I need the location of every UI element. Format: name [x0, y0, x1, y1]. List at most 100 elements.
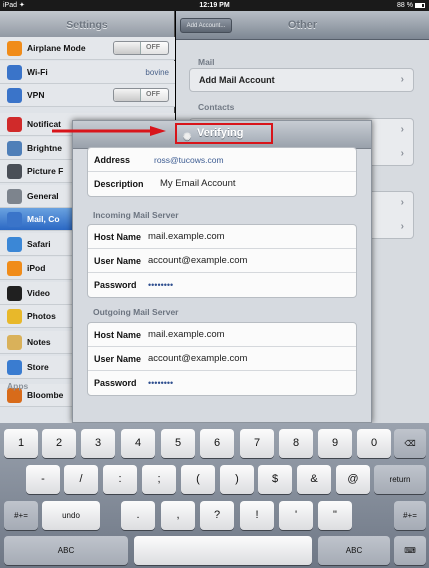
description-field[interactable]: My Email Account — [160, 172, 236, 196]
key-9[interactable]: 9 — [318, 429, 352, 458]
address-field[interactable]: ross@tucows.com — [154, 148, 224, 172]
add-mail-account-cell[interactable]: Add Mail Account › — [189, 68, 414, 92]
key-4[interactable]: 4 — [121, 429, 155, 458]
password-field[interactable]: •••••••• — [148, 273, 173, 297]
key-symbol[interactable]: $ — [258, 465, 292, 494]
form-row: Address ross@tucows.com — [88, 148, 356, 172]
incoming-server-header: Incoming Mail Server — [93, 210, 179, 220]
password-field[interactable]: •••••••• — [148, 371, 173, 395]
sidebar-item-label: Bloombe — [27, 390, 64, 400]
chevron-right-icon: › — [400, 124, 404, 135]
key-symbol[interactable]: ( — [181, 465, 215, 494]
outgoing-server-fields: Host Name mail.example.com User Name accoun… — [87, 322, 357, 396]
sidebar-item-vpn[interactable]: VPN OFF — [0, 84, 175, 107]
sidebar-item-label: Mail, Co — [27, 214, 60, 224]
contacts-section-header: Contacts — [198, 102, 235, 112]
red-arrow-icon — [52, 126, 166, 136]
hide-keyboard-key[interactable]: ⌨ — [394, 536, 426, 565]
form-row: Host Name mail.example.com — [88, 323, 356, 347]
sidebar-item-label: Safari — [27, 239, 51, 249]
field-label: User Name — [94, 256, 142, 266]
host-name-field[interactable]: mail.example.com — [148, 225, 225, 249]
more-symbols-key[interactable]: #+= — [394, 501, 426, 530]
mail-icon — [7, 212, 22, 227]
field-label: Description — [94, 179, 144, 189]
notes-icon — [7, 335, 22, 350]
ipod-icon — [7, 261, 22, 276]
wifi-network-value: bovine — [145, 68, 169, 77]
key-2[interactable]: 2 — [42, 429, 76, 458]
user-name-field[interactable]: account@example.com — [148, 347, 247, 371]
notifications-icon — [7, 117, 22, 132]
status-bar: iPad ✦ 12:19 PM 88 % — [0, 0, 429, 11]
field-label: Host Name — [94, 330, 142, 340]
battery-icon — [415, 2, 425, 8]
user-name-field[interactable]: account@example.com — [148, 249, 247, 273]
sidebar-item-wi-fi[interactable]: Wi-Fi bovine — [0, 61, 175, 84]
detail-title: Other — [287, 19, 318, 31]
airplane-icon — [7, 41, 22, 56]
verifying-highlight: ✺ Verifying — [175, 123, 273, 144]
key-3[interactable]: 3 — [81, 429, 115, 458]
form-row: Password •••••••• — [88, 371, 356, 395]
form-row: Description My Email Account — [88, 172, 356, 196]
sidebar-item-airplane-mode[interactable]: Airplane Mode OFF — [0, 37, 175, 60]
clock: 12:19 PM — [199, 2, 230, 9]
battery-indicator: 88 % — [397, 0, 425, 11]
key-symbol[interactable]: , — [161, 501, 195, 530]
safari-icon — [7, 237, 22, 252]
undo-key[interactable]: undo — [42, 501, 100, 530]
key-7[interactable]: 7 — [240, 429, 274, 458]
key-symbol[interactable]: ) — [220, 465, 254, 494]
detail-navbar: Add Account... Other — [176, 11, 429, 40]
apps-section-header: Apps — [7, 381, 29, 391]
key-symbol[interactable]: - — [26, 465, 60, 494]
field-label: Address — [94, 155, 131, 165]
outgoing-server-header: Outgoing Mail Server — [93, 307, 179, 317]
activity-spinner-icon: ✺ — [183, 132, 192, 143]
toggle-switch[interactable]: OFF — [113, 88, 169, 102]
brightness-icon — [7, 141, 22, 156]
sidebar-item-label: Video — [27, 288, 50, 298]
form-row: Password •••••••• — [88, 273, 356, 297]
incoming-server-fields: Host Name mail.example.com User Name accoun… — [87, 224, 357, 298]
form-row: Host Name mail.example.com — [88, 225, 356, 249]
field-label: User Name — [94, 354, 142, 364]
key-symbol[interactable]: & — [297, 465, 331, 494]
gear-icon — [7, 189, 22, 204]
host-name-field[interactable]: mail.example.com — [148, 323, 225, 347]
key-5[interactable]: 5 — [161, 429, 195, 458]
mail-section-header: Mail — [198, 57, 215, 67]
toggle-switch[interactable]: OFF — [113, 41, 169, 55]
field-label: Host Name — [94, 232, 142, 242]
return-key[interactable]: return — [374, 465, 426, 494]
sidebar-item-label: Airplane Mode — [27, 43, 86, 53]
chevron-right-icon: › — [400, 221, 404, 232]
battery-label: 88 % — [397, 2, 413, 9]
key-symbol[interactable]: " — [318, 501, 352, 530]
vpn-icon — [7, 88, 22, 103]
key-0[interactable]: 0 — [357, 429, 391, 458]
wifi-icon — [7, 65, 22, 80]
key-6[interactable]: 6 — [200, 429, 234, 458]
abc-key[interactable]: ABC — [4, 536, 128, 565]
field-label: Password — [94, 378, 137, 388]
key-symbol[interactable]: ' — [279, 501, 313, 530]
key-1[interactable]: 1 — [4, 429, 38, 458]
abc-key[interactable]: ABC — [318, 536, 390, 565]
key-8[interactable]: 8 — [279, 429, 313, 458]
picture-frame-icon — [7, 164, 22, 179]
delete-key[interactable]: ⌫ — [394, 429, 426, 458]
space-key[interactable] — [134, 536, 312, 565]
key-symbol[interactable]: / — [64, 465, 98, 494]
key-symbol[interactable]: ; — [142, 465, 176, 494]
account-verification-sheet: ✺ Verifying Address ross@tucows.com Descri… — [72, 120, 372, 423]
more-symbols-key[interactable]: #+= — [4, 501, 38, 530]
sidebar-item-label: General — [27, 191, 59, 201]
key-symbol[interactable]: : — [103, 465, 137, 494]
chevron-right-icon: › — [400, 148, 404, 159]
key-symbol[interactable]: @ — [336, 465, 370, 494]
key-symbol[interactable]: ! — [240, 501, 274, 530]
key-symbol[interactable]: ? — [200, 501, 234, 530]
key-symbol[interactable]: . — [121, 501, 155, 530]
